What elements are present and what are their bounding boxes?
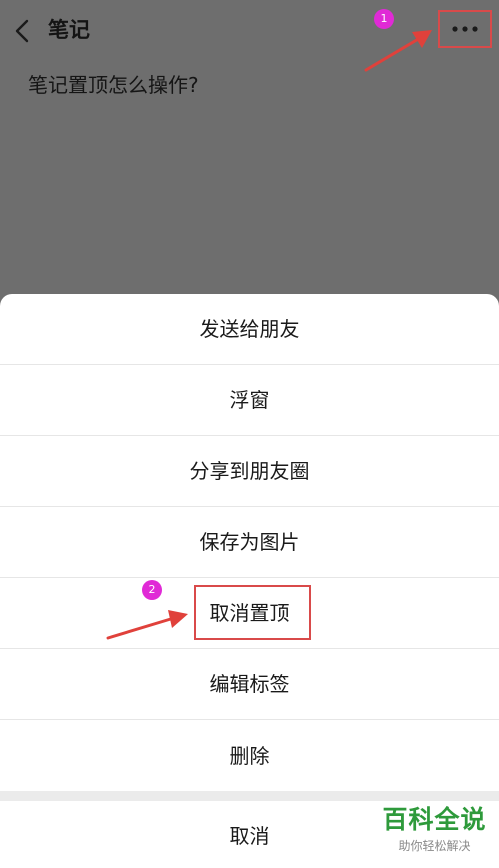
annotation-arrow-1 [364,30,432,72]
watermark-title: 百科全说 [382,805,487,834]
sheet-item-share-moments[interactable]: 分享到朋友圈 [0,436,499,507]
highlight-box-unpin [194,585,311,640]
sheet-item-label: 分享到朋友圈 [189,459,310,483]
sheet-item-label: 编辑标签 [209,672,290,696]
sheet-item-delete[interactable]: 删除 [0,720,499,791]
sheet-item-save-image[interactable]: 保存为图片 [0,507,499,578]
chevron-left-icon[interactable] [12,18,34,44]
sheet-item-send-to-friend[interactable]: 发送给朋友 [0,294,499,365]
page-title: 笔记 [48,18,90,42]
more-horizontal-icon [452,26,478,32]
sheet-item-label: 浮窗 [229,388,270,412]
more-button[interactable] [438,10,492,48]
sheet-divider [0,791,499,801]
sheet-item-label: 删除 [229,743,270,768]
sheet-item-float-window[interactable]: 浮窗 [0,365,499,436]
cancel-label: 取消 [229,824,270,848]
watermark-logo: 百科全说 助你轻松解决 [370,803,499,868]
sheet-item-label: 发送给朋友 [199,317,300,341]
annotation-arrow-2 [106,610,188,640]
action-sheet: 发送给朋友 浮窗 分享到朋友圈 保存为图片 取消置顶 编辑标签 删除 取消 [0,294,499,868]
watermark-slogan: 助你轻松解决 [398,839,471,853]
sheet-item-edit-tags[interactable]: 编辑标签 [0,649,499,720]
note-content: 笔记置顶怎么操作? [28,73,199,97]
sheet-item-label: 保存为图片 [199,530,300,554]
step-badge-2: 2 [142,580,162,600]
